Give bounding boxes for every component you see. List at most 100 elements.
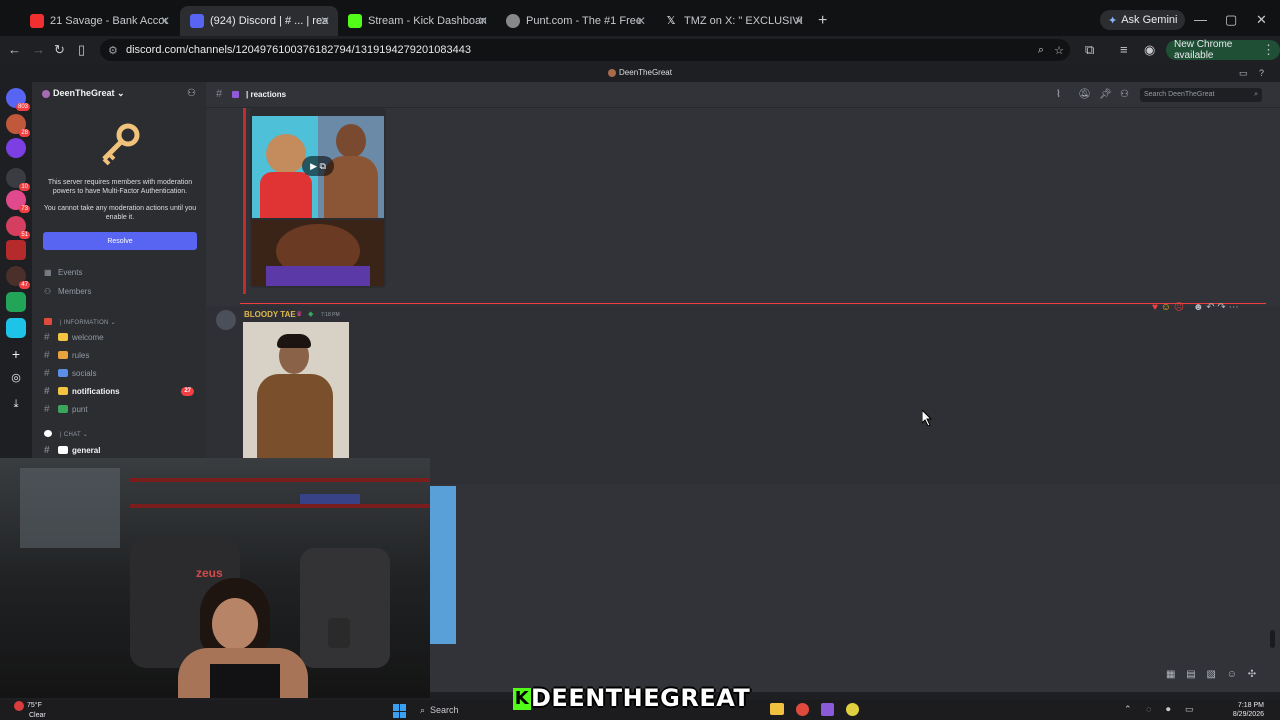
events-link[interactable]: Events — [58, 268, 82, 277]
scrollbar[interactable] — [1270, 630, 1275, 648]
server-icon[interactable]: 51 — [6, 216, 30, 239]
mute-icon[interactable]: 🔕︎ — [1078, 89, 1091, 100]
close-tab-icon[interactable]: ✕ — [794, 14, 804, 28]
server-icon[interactable]: 47 — [6, 266, 30, 289]
server-icon[interactable] — [6, 240, 26, 260]
app-icon[interactable] — [846, 703, 859, 716]
download-icon[interactable]: ⤓ — [6, 394, 26, 414]
apps-icon[interactable]: ✣ — [1248, 669, 1256, 680]
add-server-icon[interactable]: + — [6, 344, 26, 364]
network-icon[interactable]: ◌ — [1146, 704, 1151, 714]
close-tab-icon[interactable]: ✕ — [636, 14, 646, 28]
laugh-reaction-icon[interactable]: ☺ — [1161, 302, 1171, 313]
play-icon[interactable]: ▶ ⧉ — [302, 156, 334, 176]
members-link[interactable]: Members — [58, 287, 91, 296]
search-icon: ⌕ — [420, 705, 426, 715]
browser-tab-active[interactable]: (924) Discord | # ... | reactions ✕ — [180, 6, 338, 36]
mic-icon[interactable]: ⏺ — [1166, 704, 1171, 714]
threads-icon[interactable]: ⌇ — [1056, 89, 1061, 100]
user-avatar[interactable] — [216, 310, 236, 330]
add-reaction-icon[interactable]: ☻ — [1193, 302, 1204, 313]
kick-logo-icon: K — [513, 688, 531, 710]
discover-icon[interactable]: ◎ — [6, 368, 26, 388]
channel-general[interactable]: # general — [44, 443, 200, 457]
media-icon[interactable]: ≡ — [1120, 42, 1128, 57]
hand-emoji-icon — [58, 333, 68, 341]
cartoon-shirt — [260, 172, 312, 218]
server-icon[interactable]: 28 — [6, 114, 30, 137]
category-chat[interactable]: | CHAT ⌄ — [60, 431, 88, 438]
channel-notifications[interactable]: # notifications 27 — [44, 384, 200, 398]
file-explorer-icon[interactable] — [770, 703, 784, 715]
maximize-button[interactable]: ▢ — [1225, 12, 1237, 28]
new-messages-divider — [240, 303, 1266, 304]
ask-gemini-button[interactable]: ✦ Ask Gemini — [1100, 10, 1186, 30]
more-icon[interactable]: ⋯ — [1229, 302, 1239, 313]
channel-rules[interactable]: # rules — [44, 348, 200, 362]
inbox-icon[interactable]: ▭ — [1239, 64, 1248, 82]
video-attachment[interactable]: ▶ ⧉ — [250, 108, 386, 288]
extensions-icon[interactable]: ⧉ — [1085, 42, 1094, 58]
server-icon[interactable]: 73 — [6, 190, 30, 213]
webcam-ring-ropes-2 — [130, 504, 430, 508]
category-icon — [44, 430, 52, 437]
server-icon[interactable]: 10 — [6, 168, 30, 191]
gif-attachment[interactable] — [243, 322, 349, 458]
sidebar-icon[interactable]: ▯ — [78, 42, 85, 58]
message-author[interactable]: BLOODY TAE — [244, 310, 296, 319]
gift-icon[interactable]: ▦ — [1166, 669, 1175, 680]
emoji-icon[interactable]: ☺ — [1227, 669, 1237, 680]
display-icon[interactable]: ▭ — [1185, 704, 1194, 714]
bookmark-star-icon[interactable]: ☆ — [1054, 44, 1064, 57]
server-icon[interactable] — [6, 292, 26, 312]
category-information[interactable]: | INFORMATION ⌄ — [60, 319, 116, 326]
heart-reaction-icon[interactable]: ♥ — [1152, 302, 1158, 313]
browser-tab[interactable]: 𝕏 TMZ on X: " EXCLUSIVE: Dez ✕ — [654, 6, 812, 36]
channel-punt[interactable]: # punt — [44, 402, 200, 416]
server-icon[interactable] — [6, 318, 26, 338]
reply-icon[interactable]: ↶ — [1206, 302, 1214, 313]
taskbar-clock[interactable]: 7:18 PM 8/29/2026 — [1224, 701, 1264, 719]
chrome-icon[interactable] — [796, 703, 809, 716]
angry-reaction-icon[interactable]: ☹ — [1174, 302, 1184, 313]
visual-studio-icon[interactable] — [821, 703, 834, 716]
zoom-icon[interactable]: ⌕ — [1038, 44, 1044, 57]
close-tab-icon[interactable]: ✕ — [160, 14, 170, 28]
channel-welcome[interactable]: # welcome — [44, 330, 200, 344]
category-icon — [44, 318, 52, 325]
nitro-badge-icon: ◆ — [308, 311, 314, 318]
weather-widget[interactable]: 75°F Clear — [14, 701, 46, 720]
server-icon[interactable] — [6, 138, 26, 158]
start-tile — [400, 704, 406, 711]
help-icon[interactable]: ? — [1259, 64, 1264, 82]
gif-icon[interactable]: ▤ — [1186, 669, 1195, 680]
menu-icon[interactable]: ⋮ — [1262, 42, 1275, 58]
tray-chevron-icon[interactable]: ⌃ — [1124, 704, 1132, 714]
sticker-icon[interactable]: ▧ — [1206, 669, 1215, 680]
minimize-button[interactable]: — — [1194, 12, 1207, 27]
site-info-icon[interactable]: ⚙ — [108, 44, 118, 57]
back-button[interactable]: ← — [8, 42, 21, 57]
close-tab-icon[interactable]: ✕ — [320, 14, 330, 28]
browser-tab[interactable]: 21 Savage - Bank Account (Offi ✕ — [20, 6, 178, 36]
close-tab-icon[interactable]: ✕ — [478, 14, 488, 28]
add-member-icon[interactable]: ⚇ — [187, 88, 196, 99]
browser-tab[interactable]: Stream - Kick Dashboard ✕ — [338, 6, 496, 36]
profile-icon[interactable]: ◉ — [1144, 42, 1155, 58]
forward-icon[interactable]: ↷ — [1217, 302, 1225, 313]
reload-button[interactable]: ↻ — [54, 42, 65, 58]
close-window-button[interactable]: ✕ — [1256, 12, 1267, 28]
forward-button[interactable]: → — [32, 42, 45, 57]
taskbar-search[interactable]: ⌕ Search — [420, 703, 459, 718]
search-input[interactable]: Search DeenTheGreat ⌕ — [1140, 88, 1262, 102]
pin-icon[interactable]: 📌︎ — [1099, 89, 1112, 100]
resolve-button[interactable]: Resolve — [43, 232, 197, 250]
browser-tab[interactable]: Punt.com - The #1 Free to Play ✕ — [496, 6, 654, 36]
member-list-icon[interactable]: ⚇ — [1120, 89, 1129, 100]
address-bar[interactable]: ⚙ discord.com/channels/12049761003761827… — [100, 39, 1070, 61]
windows-start-icon[interactable] — [393, 704, 407, 718]
new-tab-button[interactable]: + — [818, 12, 827, 30]
server-name-dropdown[interactable]: DeenTheGreat ⌄ — [42, 88, 125, 99]
channel-socials[interactable]: # socials — [44, 366, 200, 380]
server-icon[interactable]: 803 — [6, 88, 30, 111]
